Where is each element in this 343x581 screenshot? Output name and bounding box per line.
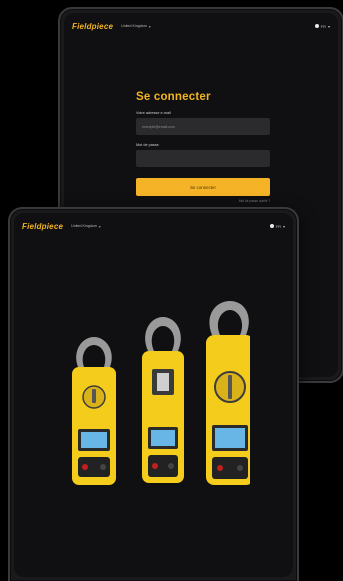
- dial-knob: [92, 389, 96, 403]
- dial-knob: [228, 375, 232, 399]
- login-title: Se connecter: [136, 91, 211, 103]
- login-form: Se connecter Votre adresse e-mail exempl…: [136, 91, 270, 203]
- email-placeholder: exemple@email.com: [142, 124, 175, 129]
- top-navigation: Fieldpiece United Kingdom ▾ FR ▾: [14, 213, 293, 239]
- password-label: Mot de passe: [136, 143, 159, 147]
- clamp-meter-2[interactable]: [142, 317, 184, 483]
- clamp-meter-1[interactable]: [72, 337, 116, 485]
- lcd-display: [215, 428, 245, 448]
- input-jack-red: [217, 465, 223, 471]
- product-image: [72, 301, 250, 485]
- dial-knob: [157, 373, 169, 391]
- input-jack-red: [152, 463, 158, 469]
- password-field[interactable]: [136, 150, 270, 167]
- language-selector[interactable]: FR ▾: [314, 23, 330, 29]
- region-selector[interactable]: United Kingdom ▾: [121, 24, 151, 29]
- input-jack-black: [237, 465, 243, 471]
- globe-icon: [269, 224, 274, 228]
- chevron-down-icon: ▾: [148, 23, 151, 29]
- region-label: United Kingdom: [121, 24, 147, 28]
- lcd-display: [81, 432, 107, 448]
- input-jack-red: [82, 464, 88, 470]
- chevron-down-icon: ▾: [327, 23, 330, 29]
- region-selector[interactable]: United Kingdom ▾: [71, 224, 101, 229]
- language-label: FR: [275, 223, 281, 229]
- region-label: United Kingdom: [71, 224, 97, 228]
- email-field[interactable]: exemple@email.com: [136, 118, 270, 135]
- top-navigation: Fieldpiece United Kingdom ▾ FR ▾: [64, 13, 338, 39]
- clamp-meter-3[interactable]: [206, 301, 250, 485]
- brand-logo[interactable]: Fieldpiece: [22, 222, 63, 231]
- brand-logo[interactable]: Fieldpiece: [72, 22, 113, 31]
- submit-button[interactable]: Se connecter: [136, 178, 270, 196]
- globe-icon: [314, 24, 319, 28]
- input-jack-black: [100, 464, 106, 470]
- clamp-jaw: [145, 317, 181, 351]
- clamp-jaw: [209, 301, 249, 335]
- chevron-down-icon: ▾: [98, 223, 101, 229]
- products-screen: Fieldpiece United Kingdom ▾ FR ▾: [14, 213, 293, 577]
- tablet-products: Fieldpiece United Kingdom ▾ FR ▾: [8, 207, 299, 581]
- forgot-password-link[interactable]: Mot de passe oublié ?: [136, 199, 270, 203]
- chevron-down-icon: ▾: [282, 223, 285, 229]
- language-selector[interactable]: FR ▾: [269, 223, 285, 229]
- language-label: FR: [320, 23, 326, 29]
- clamp-jaw: [76, 337, 112, 367]
- input-jack-black: [168, 463, 174, 469]
- email-label: Votre adresse e-mail: [136, 111, 171, 115]
- lcd-display: [151, 430, 175, 446]
